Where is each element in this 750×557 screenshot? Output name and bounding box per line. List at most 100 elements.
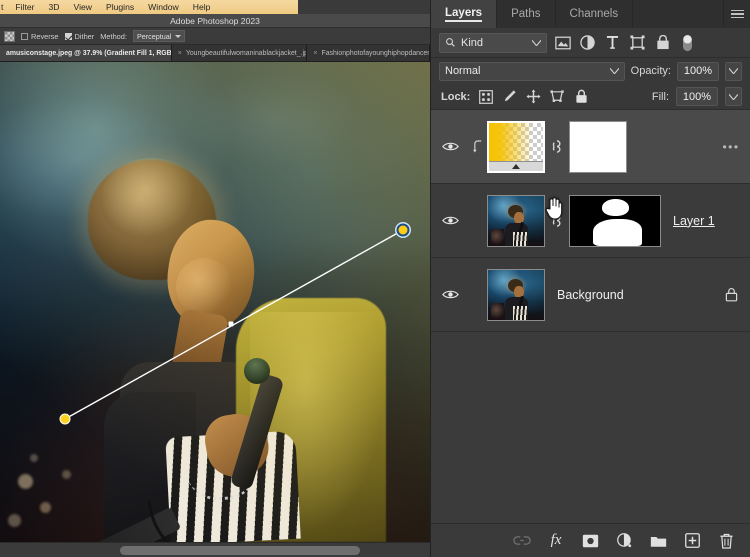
add-layer-mask-button[interactable] [580,531,600,551]
filter-smart-object-icon[interactable] [653,33,672,52]
filter-kind-dropdown[interactable]: Kind [439,32,547,53]
layer-lock-indicator [718,287,744,302]
lock-label: Lock: [441,90,471,103]
new-adjustment-layer-button[interactable] [614,531,634,551]
layer-name-label[interactable]: Layer 1 [661,214,744,228]
layer-overflow-button[interactable]: ••• [718,140,744,154]
filter-pixel-layers-icon[interactable] [553,33,572,52]
blend-mode-row[interactable]: Normal Opacity: 100% [431,58,750,84]
tab-channels[interactable]: Channels [556,0,634,28]
layers-panel: Layers Paths Channels Kind Normal Opacit… [430,0,750,557]
menu-help[interactable]: Help [186,0,218,14]
layer-thumbnail[interactable] [487,120,545,173]
thumb-side-lights [491,228,504,246]
filter-adjustment-layers-icon[interactable] [578,33,597,52]
gradient-end-handle[interactable] [396,223,410,237]
layers-list[interactable]: ••• Layer 1 Background [431,110,750,523]
layer-thumbnail[interactable] [487,194,545,247]
panel-menu-button[interactable] [724,0,750,28]
performer-cheek-light [176,258,232,316]
doc-tab-0-label: amusiconstage.jpeg @ 37.9% (Gradient Fil… [6,49,172,57]
canvas-image[interactable] [0,62,430,542]
fill-input[interactable]: 100% [676,87,718,106]
reverse-checkbox-box[interactable] [21,32,28,40]
lock-position-icon[interactable] [525,88,542,105]
layer-visibility-toggle[interactable] [431,289,469,300]
table-row[interactable]: Background [431,258,750,332]
lock-all-icon[interactable] [573,88,590,105]
tab-paths[interactable]: Paths [497,0,556,28]
opacity-input[interactable]: 100% [677,61,719,81]
filter-kind-value: Kind [461,36,484,49]
doc-tab-2-label: Fashionphotofayounghiphopdancer.jp [321,49,430,57]
table-row[interactable]: ••• [431,110,750,184]
reverse-checkbox[interactable]: Reverse [21,32,59,41]
filter-type-layers-icon[interactable] [603,33,622,52]
delete-layer-button[interactable] [716,531,736,551]
opacity-stepper-button[interactable] [725,61,742,81]
close-icon[interactable]: × [313,50,317,57]
chevron-down-icon [729,93,738,100]
layer-name-label[interactable]: Background [545,288,718,302]
doc-tab-0[interactable]: amusiconstage.jpeg @ 37.9% (Gradient Fil… [0,45,172,61]
layer-thumbnail[interactable] [487,268,545,321]
layer-mask-link-icon[interactable] [545,213,569,228]
layer-filter-bar[interactable]: Kind [431,28,750,58]
add-layer-mask-icon [582,534,598,547]
layer-mask-thumbnail[interactable] [569,194,661,247]
layer-style-button[interactable]: fx [546,531,566,551]
canvas-viewport[interactable] [0,62,430,557]
doc-tab-2[interactable]: × Fashionphotofayounghiphopdancer.jp [307,45,430,61]
menu-3d[interactable]: 3D [42,0,67,14]
doc-tab-1[interactable]: × Youngbeautifulwomaninablackjacket_.jpe… [171,45,308,61]
panel-tab-bar[interactable]: Layers Paths Channels [431,0,750,28]
blend-mode-dropdown[interactable]: Normal [439,61,625,81]
menu-plugins[interactable]: Plugins [99,0,141,14]
fill-stepper-button[interactable] [725,87,742,106]
dither-checkbox[interactable]: Dither [64,31,95,41]
panel-tab-filler [633,0,724,28]
fill-value: 100% [682,90,712,103]
layers-panel-footer[interactable]: fx [431,523,750,557]
tab-paths-label: Paths [511,8,541,20]
close-icon[interactable]: × [178,50,182,57]
tool-options-bar[interactable]: Reverse Dither Method: Perceptual [0,28,430,45]
layer-visibility-toggle[interactable] [431,141,469,152]
document-tab-bar[interactable]: amusiconstage.jpeg @ 37.9% (Gradient Fil… [0,45,430,62]
menu-edit-clipped[interactable]: t [0,0,8,14]
table-row[interactable]: Layer 1 [431,184,750,258]
dither-checkbox-box[interactable] [64,32,72,40]
new-layer-button[interactable] [682,531,702,551]
link-icon [552,140,561,153]
filter-toggle-switch[interactable] [678,33,697,52]
lock-row[interactable]: Lock: Fill: 100% [431,84,750,110]
photoshop-window: t Filter 3D View Plugins Window Help Ado… [0,0,750,557]
layer-mask-thumbnail[interactable] [569,120,627,173]
new-group-button[interactable] [648,531,668,551]
link-layers-button[interactable] [512,531,532,551]
link-icon [552,214,561,227]
gradient-swatch-icon[interactable] [4,30,15,42]
fill-label: Fill: [651,90,669,103]
white-mask-thumbnail [570,121,626,172]
menu-filter[interactable]: Filter [8,0,41,14]
menu-bar[interactable]: t Filter 3D View Plugins Window Help [0,0,430,14]
lock-artboard-nesting-icon[interactable] [549,88,566,105]
lock-transparent-pixels-icon[interactable] [477,88,494,105]
layer-mask-link-icon[interactable] [545,139,569,154]
tab-layers[interactable]: Layers [431,0,498,28]
menu-view[interactable]: View [67,0,99,14]
filter-shape-layers-icon[interactable] [628,33,647,52]
scrollbar-thumb[interactable] [120,546,360,555]
gradient-midpoint-handle[interactable] [228,321,234,327]
document-area: t Filter 3D View Plugins Window Help Ado… [0,0,430,557]
method-dropdown[interactable]: Perceptual [132,30,186,42]
dither-label: Dither [74,31,95,41]
layer-visibility-toggle[interactable] [431,215,469,226]
canvas-horizontal-scrollbar[interactable] [0,542,430,557]
lock-image-pixels-icon[interactable] [501,88,518,105]
gradient-start-handle[interactable] [59,413,71,425]
eye-icon [441,142,459,151]
menu-window[interactable]: Window [141,0,186,14]
thumb-side-lights [491,302,504,320]
